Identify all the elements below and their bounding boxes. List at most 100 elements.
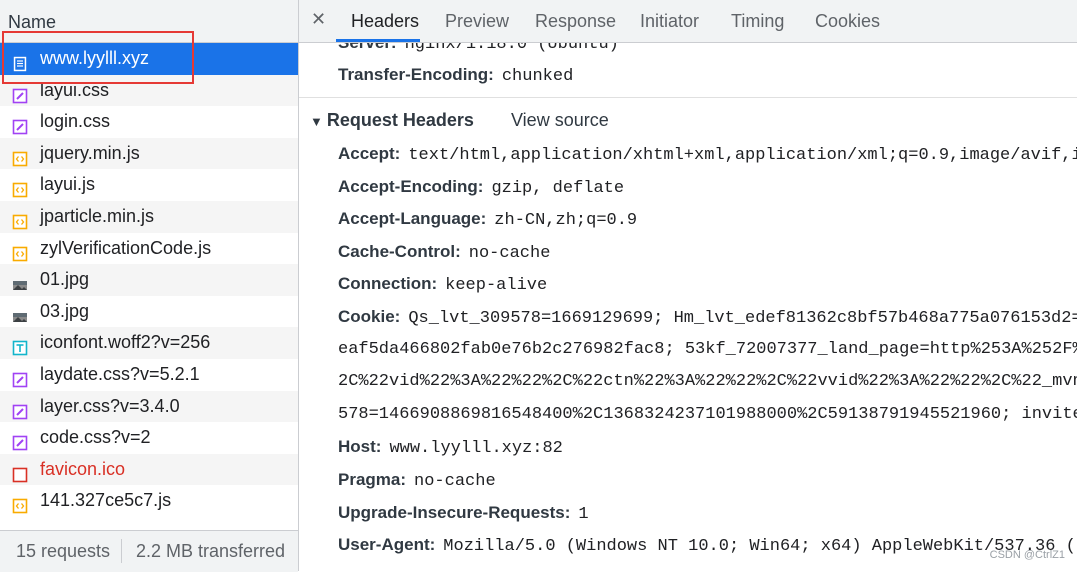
request-headers-title: Request Headers [326,110,474,130]
header-row-transfer-encoding: Transfer-Encoding: chunked [338,65,574,86]
font-icon [12,335,28,356]
request-row[interactable]: 03.jpg [0,296,298,328]
status-divider [121,539,122,563]
request-row[interactable]: iconfont.woff2?v=256 [0,327,298,359]
header-value: no-cache [414,472,496,491]
header-row: eaf5da466802fab0e76b2c276982fac8; 53kf_7… [338,340,1077,359]
request-name: jquery.min.js [40,142,140,163]
header-value-continuation: 578=1466908869816548400%2C13683242371019… [338,404,1077,424]
request-name: www.lyylll.xyz [40,48,150,68]
headers-content[interactable]: Server:nginx/1.18.0 (Ubuntu) Transfer-En… [299,43,1077,571]
header-value: zh-CN,zh;q=0.9 [494,211,638,231]
request-row[interactable]: login.css [0,106,298,138]
watermark: CSDN @CtrlZ1 [989,549,1065,561]
header-row: User-Agent: Mozilla/5.0 (Windows NT 10.0;… [338,535,1077,556]
header-row: Accept: text/html,application/xhtml+xml,a… [338,144,1077,165]
header-row-server: Server:nginx/1.18.0 (Ubuntu) [338,43,619,54]
request-row[interactable]: jquery.min.js [0,137,298,170]
error-icon [12,462,28,483]
request-name: laydate.css?v=5.2.1 [40,363,200,384]
request-row[interactable]: layui.js [0,169,298,201]
image-icon [12,304,28,322]
request-name: favicon.ico [40,458,126,479]
header-key: Cookie: [338,307,401,326]
view-source-link[interactable]: View source [511,110,609,131]
header-value: text/html,application/xhtml+xml,applicat… [408,146,1077,165]
header-key: Accept-Language: [338,209,487,229]
header-value: 1 [578,504,589,524]
header-row: 2C%22vid%22%3A%22%22%2C%22ctn%22%3A%22%2… [338,372,1077,391]
section-divider [299,97,1077,98]
header-key: Accept-Encoding: [338,176,484,196]
request-details-panel: ✕ Headers Preview Response Initiator Tim… [299,0,1077,571]
document-icon [12,51,28,72]
request-row[interactable]: favicon.ico [0,453,298,486]
script-icon [12,146,28,167]
script-icon [12,209,28,230]
request-row[interactable]: laydate.css?v=5.2.1 [0,359,298,391]
request-headers-toggle[interactable]: ▼ Request Headers [310,110,474,131]
request-row[interactable]: www.lyylll.xyz [0,43,298,75]
header-key: User-Agent: [338,535,436,555]
script-icon [12,177,28,198]
stylesheet-icon [12,430,28,451]
header-value-continuation: eaf5da466802fab0e76b2c276982fac8; 53kf_7… [338,339,1077,359]
request-name: iconfont.woff2?v=256 [40,332,211,353]
request-name: zylVerificationCode.js [40,237,212,258]
header-value: Mozilla/5.0 (Windows NT 10.0; Win64; x64… [443,537,1077,557]
request-name: code.css?v=2 [40,427,151,448]
header-value: gzip, deflate [491,178,625,198]
script-icon [12,493,28,514]
header-row: Accept-Encoding: gzip, deflate [338,177,624,198]
header-row: Connection: keep-alive [338,274,547,295]
request-row[interactable]: zylVerificationCode.js [0,233,298,265]
request-name: 141.327ce5c7.js [40,490,172,511]
header-row: Cache-Control: no-cache [338,242,550,263]
close-icon[interactable]: ✕ [311,9,326,30]
header-row: Host: www.lyylll.xyz:82 [338,437,563,458]
request-row[interactable]: layer.css?v=3.4.0 [0,390,298,423]
image-icon [12,272,28,291]
transferred-size: 2.2 MB transferred [136,541,286,561]
request-row[interactable]: layui.css [0,74,298,107]
request-list-panel: Name www.lyylll.xyz layui.css login.css jqu… [0,0,299,572]
request-row[interactable]: jparticle.min.js [0,200,298,233]
header-value: no-cache [468,243,551,263]
active-tab-indicator [336,39,420,42]
details-tab-bar: ✕ Headers Preview Response Initiator Tim… [299,0,1077,43]
request-name: login.css [40,111,111,132]
tab-response[interactable]: Response [535,11,616,32]
stylesheet-icon [12,399,28,419]
request-row[interactable]: code.css?v=2 [0,422,298,454]
header-value: keep-alive [445,276,548,296]
header-key: Cache-Control: [338,241,461,261]
tab-headers[interactable]: Headers [351,11,419,32]
header-row: Upgrade-Insecure-Requests: 1 [338,503,589,524]
tab-timing[interactable]: Timing [731,11,784,32]
stylesheet-icon [12,114,28,135]
name-column-label: Name [8,12,57,32]
request-row[interactable]: 141.327ce5c7.js [0,485,298,517]
header-value: www.lyylll.xyz:82 [389,439,563,459]
tab-preview[interactable]: Preview [445,11,509,32]
request-name: layer.css?v=3.4.0 [40,395,180,416]
header-key: Accept: [338,144,401,163]
request-list: www.lyylll.xyz layui.css login.css jquery.m… [0,43,298,517]
triangle-down-icon: ▼ [310,114,323,129]
header-value: Qs_lvt_309578=1669129699; Hm_lvt_edef813… [408,309,1077,328]
request-row[interactable]: 01.jpg [0,264,298,296]
header-row: Pragma: no-cache [338,470,496,491]
tab-cookies[interactable]: Cookies [815,11,880,32]
request-name: jparticle.min.js [40,205,155,226]
header-row: Accept-Language: zh-CN,zh;q=0.9 [338,209,637,230]
stylesheet-icon [12,367,28,388]
header-key: Pragma: [338,470,407,489]
request-name: layui.js [40,174,96,195]
tab-initiator[interactable]: Initiator [640,11,699,32]
header-key: Upgrade-Insecure-Requests: [338,502,571,522]
header-key: Host: [338,437,382,457]
header-key: Connection: [338,274,438,294]
name-column-header[interactable]: Name [0,0,298,43]
status-bar: 15 requests 2.2 MB transferred [0,530,298,572]
script-icon [12,241,28,261]
